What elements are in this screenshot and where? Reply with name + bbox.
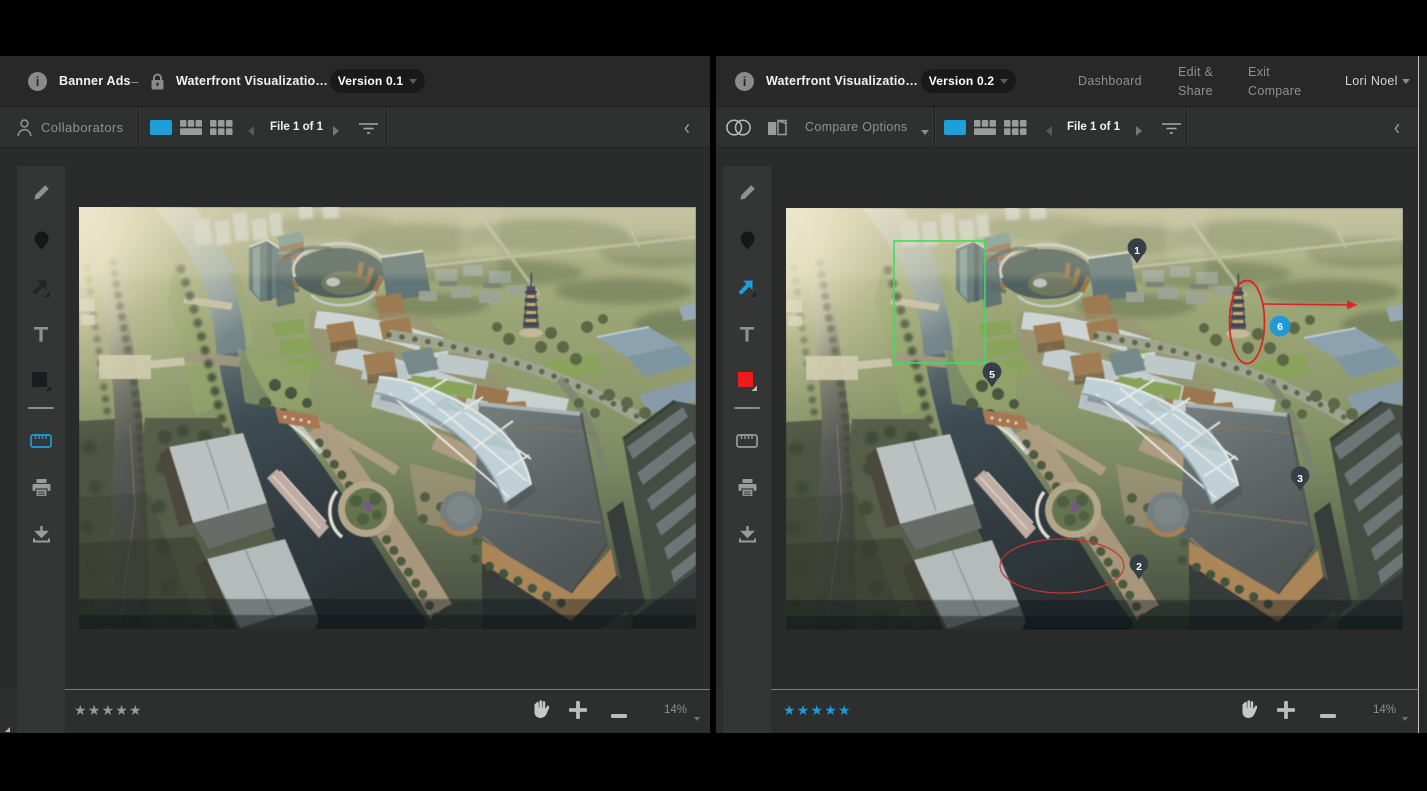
svg-text:3: 3: [1297, 473, 1303, 485]
svg-text:5: 5: [989, 369, 995, 381]
svg-text:1: 1: [1134, 245, 1140, 257]
svg-text:6: 6: [1277, 321, 1283, 333]
svg-text:2: 2: [1136, 561, 1142, 573]
